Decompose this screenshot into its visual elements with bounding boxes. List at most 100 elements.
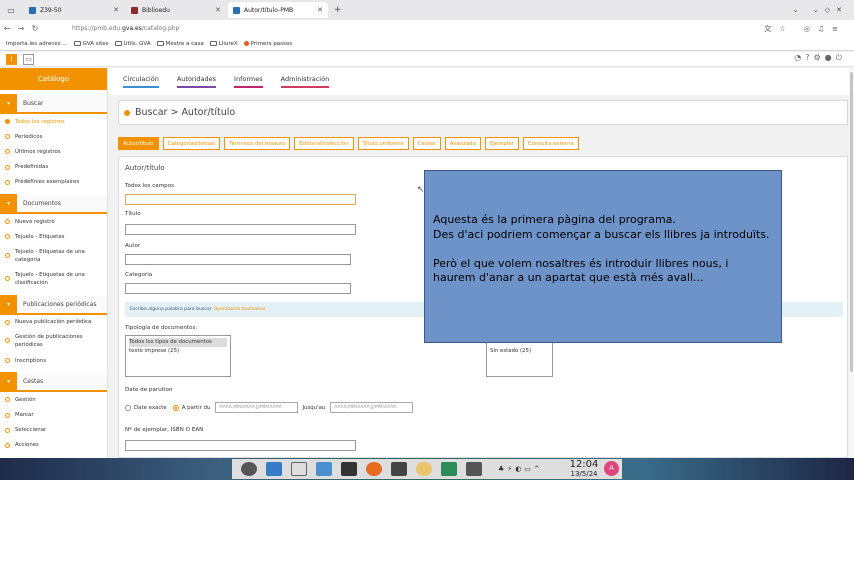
bookmark-item[interactable]: Utils. GVA [114, 41, 151, 47]
window-icon[interactable] [291, 462, 307, 476]
radio-date-exact[interactable] [125, 404, 131, 411]
sidebar-item[interactable]: Prédéfinies exemplaires [0, 175, 107, 190]
bookmark-item[interactable]: Mestre a casa [156, 41, 204, 47]
collapse-icon[interactable]: ▾ [0, 193, 17, 213]
sidebar-item[interactable]: Tejuelo - Etiquetas de una clasificación [0, 268, 107, 291]
window-controls[interactable]: ⌄ ⌄◇✕ [793, 6, 848, 14]
sidebar-item[interactable]: Tejuelo - Etiquetas [0, 229, 107, 244]
sidebar-item[interactable]: Inscriptions [0, 353, 107, 368]
bookmark-item[interactable]: LliureX [209, 41, 238, 47]
bullet-icon [5, 338, 10, 344]
option[interactable]: texto impreso (25) [129, 347, 227, 356]
sidebar-section-cestas[interactable]: ▾ Cestas [0, 372, 107, 393]
collapse-icon[interactable]: ▾ [0, 294, 17, 314]
option[interactable]: Sin estado (25) [490, 347, 549, 356]
image-viewer-icon[interactable] [441, 462, 457, 476]
subtab-avanzada[interactable]: Avanzada [444, 137, 481, 150]
option[interactable]: Todos los tipos de documentos [129, 338, 227, 347]
radio-date-from[interactable] [172, 404, 179, 411]
menu-autoridades[interactable]: Autoridades [176, 75, 217, 88]
screen: ▭ Z39-50 ✕ Biblioedu ✕ Autor/título-PMB … [0, 0, 854, 480]
settings-icon[interactable] [416, 462, 432, 476]
sidebar-item[interactable]: Gestión de publicaciones periódicas [0, 330, 107, 353]
menu-circulacion[interactable]: Circulación [123, 75, 159, 88]
system-tray[interactable]: ♣⚡◐▭^ [498, 459, 543, 479]
sidebar-item[interactable]: Tejuelo - Etiquetas de una categoría [0, 244, 107, 267]
bullet-icon [5, 276, 10, 282]
breadcrumb-text: Buscar > Autor/título [135, 107, 236, 118]
doc-type-select[interactable]: Todos los tipos de documentos texto impr… [125, 335, 231, 377]
sidebar-item[interactable]: Nuevo registro [0, 214, 107, 229]
bookmark-item[interactable]: Primers passos [243, 41, 292, 47]
bookmark-item[interactable]: GVA sites [73, 41, 109, 47]
sidebar-item[interactable]: Gestión [0, 392, 107, 407]
sidebar-section-documentos[interactable]: ▾ Documentos [0, 193, 107, 214]
collapse-icon[interactable]: ▾ [0, 372, 17, 392]
menu-administracion[interactable]: Administración [280, 75, 330, 88]
tab-list-icon[interactable]: ▭ [0, 6, 22, 15]
category-input[interactable] [125, 283, 351, 294]
label-todos-campos: Todos los campos [125, 183, 175, 189]
folder-icon[interactable] [316, 462, 332, 476]
info-icon[interactable]: i [6, 54, 17, 65]
sidebar-item[interactable]: Seleccionar [0, 423, 107, 438]
sidebar-section-buscar[interactable]: ▾ Buscar [0, 94, 107, 114]
bookmark-label: Importa les adreces ... [6, 40, 68, 47]
sidebar-item[interactable]: Últimos registros [0, 144, 107, 159]
back-icon[interactable]: ← [0, 24, 14, 33]
date-from-input[interactable]: AAAA,MM/AAAA,JJ/MM/AAAA [215, 402, 299, 413]
subtab-titulo-uniforme[interactable]: Título uniforme [357, 137, 409, 150]
url-bar[interactable]: https://pmb.edu. gva.es/catalog.php [72, 22, 854, 35]
sidebar-section-publicaciones[interactable]: ▾ Publicaciones periódicas [0, 294, 107, 315]
subtab-ejemplar[interactable]: Ejemplar [484, 137, 519, 150]
tab-biblioedu[interactable]: Biblioedu ✕ [126, 2, 226, 18]
menu-informes[interactable]: Informes [234, 75, 263, 88]
header-action-icons[interactable]: ◔?⚙●⏻ [794, 53, 846, 63]
reload-icon[interactable]: ↻ [28, 24, 42, 33]
subtab-tesauro[interactable]: Términos del tesauro [224, 137, 291, 150]
sidebar-item[interactable]: Nueva publicación periódica [0, 315, 107, 330]
clock[interactable]: 12:04 13/5/24 [566, 459, 602, 478]
bullet-icon [5, 427, 10, 433]
tab-z3950[interactable]: Z39-50 ✕ [24, 2, 124, 18]
author-input[interactable] [125, 254, 351, 265]
all-fields-input[interactable] [125, 194, 356, 205]
subtab-editorial[interactable]: Editorial/colección [294, 137, 354, 150]
sidebar-item[interactable]: Todos los registros [0, 114, 107, 129]
app-launcher-icon[interactable] [241, 462, 257, 476]
sidebar-item-label: Seleccionar [15, 427, 47, 434]
close-tab-icon[interactable]: ✕ [317, 6, 323, 14]
subtab-consulta-externa[interactable]: Consulta externa [522, 137, 579, 150]
firefox-icon[interactable] [366, 462, 382, 476]
subtab-autor-titulo[interactable]: Autor/título [118, 137, 159, 150]
close-tab-icon[interactable]: ✕ [215, 6, 221, 14]
user-avatar[interactable]: A [604, 461, 619, 476]
page-scrollbar[interactable] [849, 68, 854, 458]
tab-autor-titulo[interactable]: Autor/título-PMB ✕ [228, 2, 328, 18]
sidebar-item[interactable]: Periódicos [0, 129, 107, 144]
browser-toolbar-icons[interactable]: 文☆ ◎♫≡ [764, 24, 846, 34]
terminal-icon[interactable] [341, 462, 357, 476]
date-until-input[interactable]: AAAA,MM/AAAA,JJ/MM/AAAA [330, 402, 414, 413]
sidebar-item-label: Gestión [15, 396, 36, 403]
sidebar-item[interactable]: Acciones [0, 438, 107, 453]
files-icon[interactable] [266, 462, 282, 476]
date-radios: Date exacte A partir du AAAA,MM/AAAA,JJ/… [125, 402, 414, 413]
isbn-input[interactable] [125, 440, 356, 451]
calculator-icon[interactable] [391, 462, 407, 476]
title-input[interactable] [125, 224, 356, 235]
new-tab-icon[interactable]: + [334, 5, 342, 15]
book-icon[interactable]: ▭ [23, 54, 34, 65]
screen-icon[interactable] [466, 462, 482, 476]
subtab-categorias[interactable]: Categorías/temas [162, 137, 221, 150]
bookmark-item[interactable]: Importa les adreces ... [6, 41, 68, 47]
subtab-cestas[interactable]: Cestas [412, 137, 441, 150]
sidebar-item[interactable]: Marcar [0, 407, 107, 422]
boolean-operators-link[interactable]: Operadores booleanos [214, 307, 266, 312]
collapse-icon[interactable]: ▾ [0, 94, 17, 113]
close-tab-icon[interactable]: ✕ [113, 6, 119, 14]
search-subtabs: Autor/título Categorías/temas Términos d… [118, 137, 583, 150]
scrollbar-thumb[interactable] [850, 72, 853, 372]
forward-icon[interactable]: → [14, 24, 28, 33]
sidebar-item[interactable]: Predefinidas [0, 160, 107, 175]
